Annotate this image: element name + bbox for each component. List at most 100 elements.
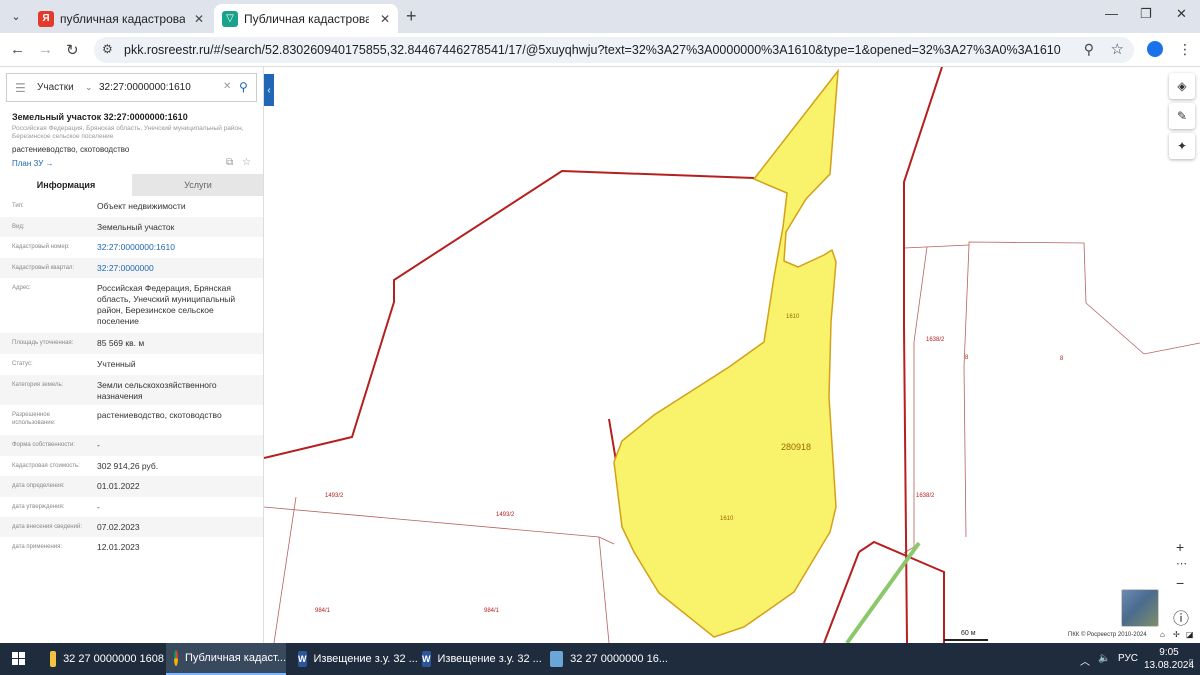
- collapse-panel-icon[interactable]: ‹: [264, 74, 274, 106]
- attribute-label: Кадастровая стоимость:: [12, 463, 80, 469]
- tab-search-menu-icon[interactable]: ⌄: [6, 6, 26, 26]
- attribute-row: Кадастровый квартал: 32:27:0000000: [0, 258, 263, 278]
- forward-icon[interactable]: →: [38, 41, 53, 58]
- hamburger-icon[interactable]: ☰: [15, 81, 26, 95]
- taskbar-item-chrome[interactable]: Публичная кадаст...: [166, 643, 286, 675]
- home-icon[interactable]: ⌂: [1160, 630, 1165, 639]
- site-info-icon[interactable]: ⚙: [102, 42, 113, 56]
- zoom-more-icon[interactable]: ⋯: [1176, 557, 1187, 570]
- panel-tabs: Информация Услуги: [0, 174, 263, 196]
- attribute-row: Кадастровая стоимость: 302 914,26 руб.: [0, 456, 263, 476]
- attribute-value: 07.02.2023: [97, 522, 140, 532]
- attribute-value[interactable]: 32:27:0000000: [97, 263, 257, 274]
- windows-start-icon[interactable]: [12, 652, 26, 666]
- attribute-row: Разрешенное использование: растениеводств…: [0, 405, 263, 435]
- attribute-label: Форма собственности:: [12, 442, 76, 448]
- zoom-icon[interactable]: ⚲: [1084, 41, 1094, 58]
- parcel-label: 1638/2: [926, 337, 945, 343]
- quarter-boundary: [823, 551, 860, 643]
- back-icon[interactable]: ←: [10, 41, 25, 58]
- browser-tabstrip: ⌄ Я публичная кадастровая карта ✕ ▽ Публ…: [0, 0, 1200, 33]
- attribute-label: Адрес:: [12, 285, 31, 291]
- clear-search-icon[interactable]: ✕: [223, 81, 231, 92]
- info-panel: ☰ Участки ⌄ 32:27:0000000:1610 ✕ ⚲ Земел…: [0, 67, 264, 643]
- chevron-down-icon[interactable]: ⌄: [85, 82, 93, 93]
- attribute-value: Земли сельскохозяйственного назначения: [97, 380, 217, 402]
- browser-tab-1[interactable]: Я публичная кадастровая карта ✕: [30, 4, 212, 33]
- reload-icon[interactable]: ↻: [66, 41, 79, 59]
- attribute-value: Учтенный: [97, 359, 136, 369]
- speaker-icon[interactable]: 🔈: [1098, 653, 1110, 664]
- attribute-label: Статус:: [12, 361, 33, 367]
- attribute-row: дата применения: 12.01.2023: [0, 537, 263, 557]
- ruler-icon[interactable]: ✎: [1169, 103, 1195, 129]
- parcel-boundary: [598, 536, 610, 643]
- attribute-value[interactable]: 32:27:0000000:1610: [97, 242, 257, 253]
- notification-icon[interactable]: ▯: [1189, 657, 1193, 666]
- attribution: ПКК © Росреестр 2010-2024: [1068, 632, 1147, 638]
- selected-parcel: [613, 68, 839, 638]
- search-box: ☰ Участки ⌄ 32:27:0000000:1610 ✕ ⚲: [6, 73, 257, 102]
- basemap-thumbnail[interactable]: [1121, 589, 1159, 627]
- url-text[interactable]: pkk.rosreestr.ru/#/search/52.83026094017…: [124, 43, 1061, 57]
- clock[interactable]: 9:05 13.08.2024: [1142, 646, 1196, 672]
- tab-services[interactable]: Услуги: [132, 174, 263, 196]
- attribute-row: Категория земель: Земли сельскохозяйствен…: [0, 375, 263, 405]
- attribute-value: 12.01.2023: [97, 542, 140, 552]
- close-tab-icon[interactable]: ✕: [380, 12, 390, 26]
- taskbar-item-word-1[interactable]: W Извещение з.у. 32 ...: [292, 643, 418, 675]
- browser-tab-1-title: публичная кадастровая карта: [60, 11, 185, 26]
- map-view[interactable]: 1610 280918 1610 1638/2 8 8 1638/2 1493/…: [264, 67, 1200, 643]
- taskbar-item-label: Извещение з.у. 32 ...: [313, 653, 418, 665]
- browser-toolbar: ← → ↻ ⚙ pkk.rosreestr.ru/#/search/52.830…: [0, 33, 1200, 67]
- layers-icon[interactable]: ◈: [1169, 73, 1195, 99]
- browser-tab-2[interactable]: ▽ Публичная кадастровая карта ✕: [214, 4, 398, 33]
- zoom-out-icon[interactable]: −: [1176, 575, 1184, 591]
- parcel-boundary: [273, 496, 297, 643]
- attribute-value: растениеводство, скотоводство: [97, 410, 222, 420]
- parcel-boundary: [264, 506, 615, 545]
- attribute-value: Российская Федерация, Брянская область, …: [97, 283, 236, 327]
- bookmark-star-icon[interactable]: ☆: [1111, 40, 1124, 58]
- word-icon: W: [298, 651, 307, 667]
- search-icon[interactable]: ⚲: [239, 80, 248, 94]
- taskbar-item-label: 32 27 0000000 1608: [63, 653, 164, 665]
- plan-link[interactable]: План ЗУ →: [12, 159, 54, 168]
- compass-icon[interactable]: ✢: [1173, 630, 1180, 639]
- help-icon[interactable]: ⓘ: [1173, 605, 1189, 629]
- copy-icon[interactable]: ⧉: [226, 157, 233, 168]
- search-type-select[interactable]: Участки: [37, 82, 74, 93]
- taskbar-item-folder[interactable]: 32 27 0000000 1608: [46, 643, 164, 675]
- taskbar-item-label: 32 27 0000000 16...: [570, 653, 668, 665]
- address-bar[interactable]: ⚙ pkk.rosreestr.ru/#/search/52.830260940…: [94, 37, 1134, 63]
- folder-icon: [50, 651, 57, 667]
- language-indicator[interactable]: РУС: [1118, 653, 1138, 664]
- menu-kebab-icon[interactable]: ⋮: [1178, 41, 1192, 58]
- chevron-up-icon[interactable]: ︿: [1080, 653, 1090, 668]
- map-canvas[interactable]: 1610 280918 1610 1638/2 8 8 1638/2 1493/…: [264, 67, 1200, 643]
- attribute-label: Вид:: [12, 224, 25, 230]
- close-window-icon[interactable]: ✕: [1176, 6, 1187, 22]
- profile-avatar[interactable]: [1147, 41, 1163, 57]
- zoom-in-icon[interactable]: +: [1176, 539, 1184, 555]
- favorite-star-icon[interactable]: ☆: [242, 157, 251, 168]
- parcel-label: 1610: [720, 516, 734, 522]
- tab-information[interactable]: Информация: [0, 174, 132, 196]
- locate-icon[interactable]: ✦: [1169, 133, 1195, 159]
- new-tab-icon[interactable]: +: [406, 6, 417, 27]
- attribute-label: Категория земель:: [12, 382, 64, 388]
- attribute-value: Объект недвижимости: [97, 201, 186, 211]
- attribute-value: -: [97, 502, 100, 512]
- search-input[interactable]: 32:27:0000000:1610: [99, 82, 191, 93]
- taskbar-item-label: Извещение з.у. 32 ...: [437, 653, 542, 665]
- attribute-label: дата утверждения:: [12, 504, 65, 510]
- close-tab-icon[interactable]: ✕: [194, 12, 204, 26]
- attribute-row: Форма собственности: -: [0, 435, 263, 456]
- clock-date: 13.08.2024: [1143, 660, 1195, 671]
- fullscreen-icon[interactable]: ◪: [1186, 630, 1194, 639]
- maximize-icon[interactable]: ❐: [1140, 6, 1152, 22]
- taskbar-item-word-2[interactable]: W Извещение з.у. 32 ...: [416, 643, 542, 675]
- object-address: Российская Федерация, Брянская область, …: [12, 125, 244, 141]
- taskbar-item-image[interactable]: 32 27 0000000 16...: [544, 643, 668, 675]
- minimize-icon[interactable]: —: [1105, 6, 1118, 21]
